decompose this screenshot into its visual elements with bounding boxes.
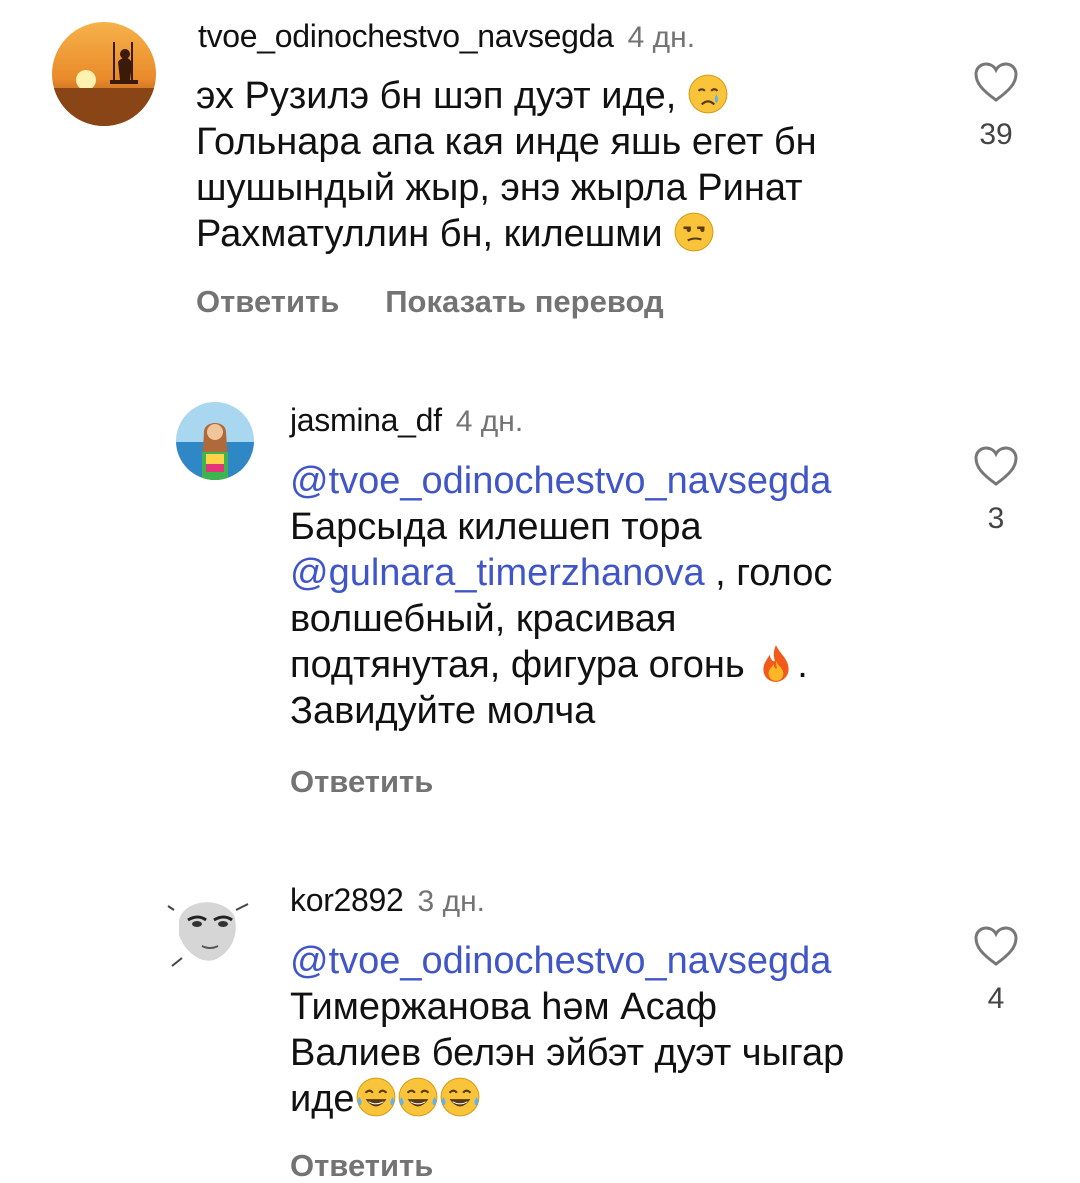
comment-line: эх Рузилэ бн шэп дуэт иде, <box>196 73 817 119</box>
comment-line: @tvoe_odinochestvo_navsegda <box>290 458 832 504</box>
heart-outline-icon <box>974 62 1018 102</box>
username[interactable]: kor2892 <box>290 882 404 918</box>
tears-of-joy-icon <box>439 1076 481 1118</box>
comment-3: kor2892 3 дн. @tvoe_odinochestvo_navsegda… <box>0 860 1080 1182</box>
reply-button[interactable]: Ответить <box>196 284 339 319</box>
like-button[interactable]: 4 <box>970 924 1022 1014</box>
like-button[interactable]: 3 <box>970 444 1022 534</box>
crying-face-icon <box>687 73 729 115</box>
comment-line: @gulnara_timerzhanova , голос <box>290 552 833 594</box>
comment-2: jasmina_df 4 дн. @tvoe_odinochestvo_navse… <box>0 380 1080 820</box>
comment-line: Рахматуллин бн, килешми <box>196 211 817 257</box>
mention-link[interactable]: @tvoe_odinochestvo_navsegda <box>290 940 831 982</box>
comment-line: Валиев белэн эйбэт дуэт чыгар <box>290 1032 845 1074</box>
comment-line: Тимержанова һәм Асаф <box>290 986 717 1028</box>
comment-line: подтянутая, фигура огонь . <box>290 642 808 686</box>
tears-of-joy-icon <box>397 1076 439 1118</box>
unamused-face-icon <box>673 211 715 253</box>
like-count: 3 <box>987 502 1005 535</box>
comment-line: шушындый жыр, энэ жырла Ринат <box>196 167 803 209</box>
comment-text: @tvoe_odinochestvo_navsegda Тимержанова … <box>290 938 844 1122</box>
tears-of-joy-icon <box>355 1076 397 1118</box>
comment-header: jasmina_df 4 дн. <box>290 404 523 437</box>
avatar[interactable] <box>52 22 156 126</box>
comment-line: иде <box>290 1076 844 1122</box>
comment-line: Завидуйте молча <box>290 690 596 732</box>
avatar-sunset-image <box>52 22 156 126</box>
show-translation-button[interactable]: Показать перевод <box>385 284 663 319</box>
timestamp: 3 дн. <box>417 885 485 918</box>
username[interactable]: tvoe_odinochestvo_navsegda <box>198 18 614 54</box>
comment-line: волшебный, красивая <box>290 598 677 640</box>
comment-line: @tvoe_odinochestvo_navsegda <box>290 938 844 984</box>
heart-outline-icon <box>974 446 1018 486</box>
comment-actions: Ответить <box>290 766 433 797</box>
avatar[interactable] <box>164 880 254 970</box>
heart-outline-icon <box>974 926 1018 966</box>
reply-button[interactable]: Ответить <box>290 764 433 799</box>
comment-actions: Ответить <box>290 1150 433 1181</box>
comment-actions: Ответить Показать перевод <box>196 286 664 317</box>
comment-text: эх Рузилэ бн шэп дуэт иде, Гольнара апа … <box>196 73 817 257</box>
avatar-girl-sea-image <box>176 402 254 480</box>
reply-button[interactable]: Ответить <box>290 1148 433 1183</box>
username[interactable]: jasmina_df <box>290 402 442 438</box>
avatar-face-sketch-image <box>164 880 254 970</box>
like-count: 4 <box>987 982 1005 1015</box>
comment-line: Барсыда килешеп тора <box>290 506 702 548</box>
timestamp: 4 дн. <box>455 405 524 438</box>
mention-link[interactable]: @tvoe_odinochestvo_navsegda <box>290 460 831 502</box>
comment-header: kor2892 3 дн. <box>290 884 485 917</box>
comment-header: tvoe_odinochestvo_navsegda 4 дн. <box>198 20 695 53</box>
like-button[interactable]: 39 <box>970 60 1022 150</box>
fire-icon <box>755 642 797 684</box>
mention-link[interactable]: @gulnara_timerzhanova <box>290 552 705 594</box>
comment-line: Гольнара апа кая инде яшь егет бн <box>196 121 817 163</box>
avatar[interactable] <box>176 402 254 480</box>
comment-1: tvoe_odinochestvo_navsegda 4 дн. эх Рузил… <box>0 0 1080 360</box>
like-count: 39 <box>979 118 1013 151</box>
timestamp: 4 дн. <box>627 21 696 54</box>
comment-text: @tvoe_odinochestvo_navsegda Барсыда киле… <box>290 458 832 734</box>
